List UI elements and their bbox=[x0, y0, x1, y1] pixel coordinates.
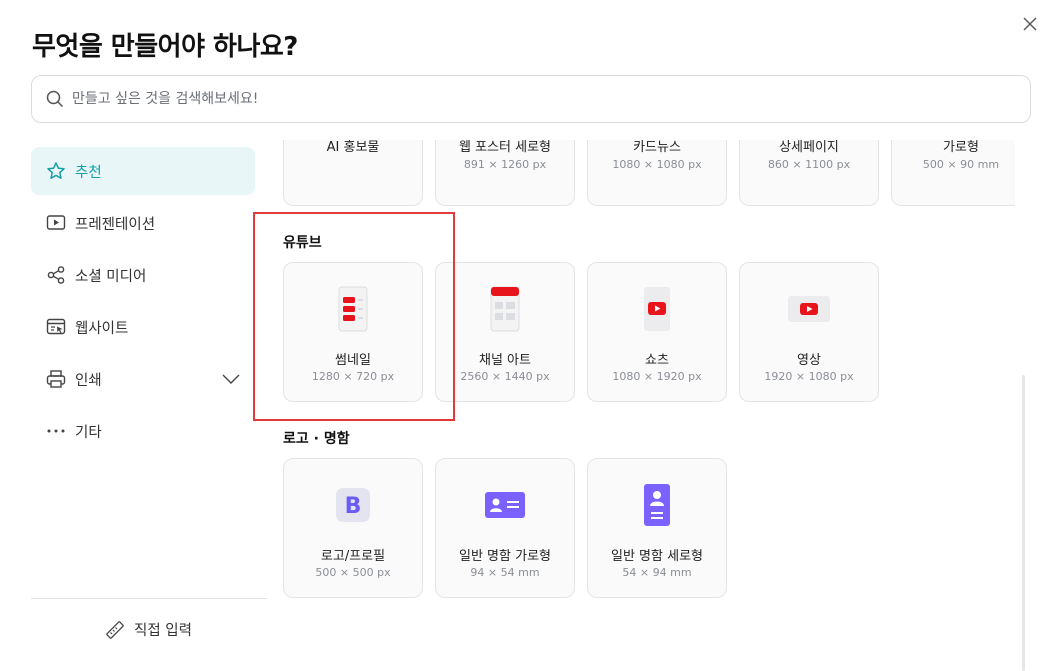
template-card[interactable]: AI 홍보물 bbox=[283, 140, 423, 206]
business-card-horizontal-icon bbox=[436, 481, 574, 529]
recommended-row: AI 홍보물 웹 포스터 세로형 891 × 1260 px 카드뉴스 1080… bbox=[283, 140, 1015, 206]
card-name: AI 홍보물 bbox=[326, 140, 380, 155]
search-bar[interactable] bbox=[31, 75, 1031, 123]
youtube-row: 썸네일 1280 × 720 px 채널 아트 2560 × 1440 px 쇼… bbox=[283, 262, 879, 402]
presentation-play-icon bbox=[45, 212, 67, 234]
template-card[interactable]: 카드뉴스 1080 × 1080 px bbox=[587, 140, 727, 206]
card-name: 카드뉴스 bbox=[633, 140, 681, 155]
template-card-video[interactable]: 영상 1920 × 1080 px bbox=[739, 262, 879, 402]
template-card-business-card-vertical[interactable]: 일반 명함 세로형 54 × 94 mm bbox=[587, 458, 727, 598]
card-size: 1920 × 1080 px bbox=[764, 370, 854, 383]
logo-b-icon: B bbox=[284, 481, 422, 529]
section-title-logo: 로고 · 명함 bbox=[283, 431, 350, 447]
channel-art-icon bbox=[436, 285, 574, 333]
template-card-business-card-horizontal[interactable]: 일반 명함 가로형 94 × 54 mm bbox=[435, 458, 575, 598]
chevron-down-icon[interactable] bbox=[221, 370, 241, 392]
ruler-icon bbox=[106, 620, 124, 639]
close-icon[interactable] bbox=[1020, 14, 1040, 34]
shorts-icon bbox=[588, 285, 726, 333]
sidebar-item-recommended[interactable]: 추천 bbox=[31, 147, 255, 195]
card-name: 쇼츠 bbox=[645, 353, 669, 368]
logo-row: B 로고/프로필 500 × 500 px 일반 명함 가로형 94 × 54 … bbox=[283, 458, 727, 598]
sidebar-divider bbox=[31, 598, 267, 599]
section-title-youtube: 유튜브 bbox=[283, 235, 322, 251]
card-name: 가로형 bbox=[943, 140, 979, 155]
more-dots-icon bbox=[45, 420, 67, 442]
card-size: 2560 × 1440 px bbox=[460, 370, 550, 383]
card-size: 1080 × 1080 px bbox=[612, 158, 702, 171]
video-icon bbox=[740, 285, 878, 333]
search-icon bbox=[46, 90, 64, 108]
sidebar-item-label: 추천 bbox=[75, 164, 102, 181]
category-sidebar: 추천 프레젠테이션 소셜 미디어 웹사이트 인쇄 기타 bbox=[31, 147, 267, 459]
website-icon bbox=[45, 316, 67, 338]
star-icon bbox=[45, 160, 67, 182]
scrollbar[interactable] bbox=[1022, 375, 1025, 671]
card-size: 860 × 1100 px bbox=[767, 158, 851, 171]
direct-input-label: 직접 입력 bbox=[134, 623, 192, 639]
card-name: 채널 아트 bbox=[479, 353, 531, 368]
sidebar-item-label: 프레젠테이션 bbox=[75, 216, 156, 233]
sidebar-item-website[interactable]: 웹사이트 bbox=[31, 303, 255, 351]
direct-input-button[interactable]: 직접 입력 bbox=[105, 619, 192, 640]
sidebar-item-label: 기타 bbox=[75, 424, 102, 441]
sidebar-item-etc[interactable]: 기타 bbox=[31, 407, 255, 455]
thumbnail-icon bbox=[284, 285, 422, 333]
sidebar-item-label: 소셜 미디어 bbox=[75, 268, 147, 285]
sidebar-item-presentation[interactable]: 프레젠테이션 bbox=[31, 199, 255, 247]
card-name: 썸네일 bbox=[335, 353, 371, 368]
dialog-title: 무엇을 만들어야 하나요? bbox=[32, 32, 298, 62]
template-card-logo[interactable]: B 로고/프로필 500 × 500 px bbox=[283, 458, 423, 598]
template-card-shorts[interactable]: 쇼츠 1080 × 1920 px bbox=[587, 262, 727, 402]
card-size: 1280 × 720 px bbox=[311, 370, 395, 383]
template-card[interactable]: 가로형 500 × 90 mm bbox=[891, 140, 1015, 206]
card-name: 로고/프로필 bbox=[320, 549, 386, 564]
card-size: 891 × 1260 px bbox=[463, 158, 547, 171]
card-name: 일반 명함 세로형 bbox=[611, 549, 703, 564]
sidebar-item-print[interactable]: 인쇄 bbox=[31, 355, 255, 403]
sidebar-item-social-media[interactable]: 소셜 미디어 bbox=[31, 251, 255, 299]
template-content: AI 홍보물 웹 포스터 세로형 891 × 1260 px 카드뉴스 1080… bbox=[283, 140, 1015, 671]
sidebar-item-label: 인쇄 bbox=[75, 372, 102, 389]
business-card-vertical-icon bbox=[588, 481, 726, 529]
card-name: 영상 bbox=[797, 353, 821, 368]
template-card[interactable]: 웹 포스터 세로형 891 × 1260 px bbox=[435, 140, 575, 206]
card-name: 상세페이지 bbox=[779, 140, 839, 155]
card-size: 500 × 500 px bbox=[315, 566, 391, 579]
card-name: 웹 포스터 세로형 bbox=[459, 140, 551, 155]
share-icon bbox=[45, 264, 67, 286]
printer-icon bbox=[45, 368, 67, 390]
template-card[interactable]: 상세페이지 860 × 1100 px bbox=[739, 140, 879, 206]
card-size: 1080 × 1920 px bbox=[612, 370, 702, 383]
template-card-thumbnail[interactable]: 썸네일 1280 × 720 px bbox=[283, 262, 423, 402]
search-input[interactable] bbox=[72, 91, 972, 107]
card-size: 94 × 54 mm bbox=[470, 566, 540, 579]
template-card-channel-art[interactable]: 채널 아트 2560 × 1440 px bbox=[435, 262, 575, 402]
card-size: 54 × 94 mm bbox=[622, 566, 692, 579]
card-name: 일반 명함 가로형 bbox=[459, 549, 551, 564]
svg-text:B: B bbox=[345, 494, 362, 519]
sidebar-item-label: 웹사이트 bbox=[75, 320, 129, 337]
card-size: 500 × 90 mm bbox=[922, 158, 1000, 171]
